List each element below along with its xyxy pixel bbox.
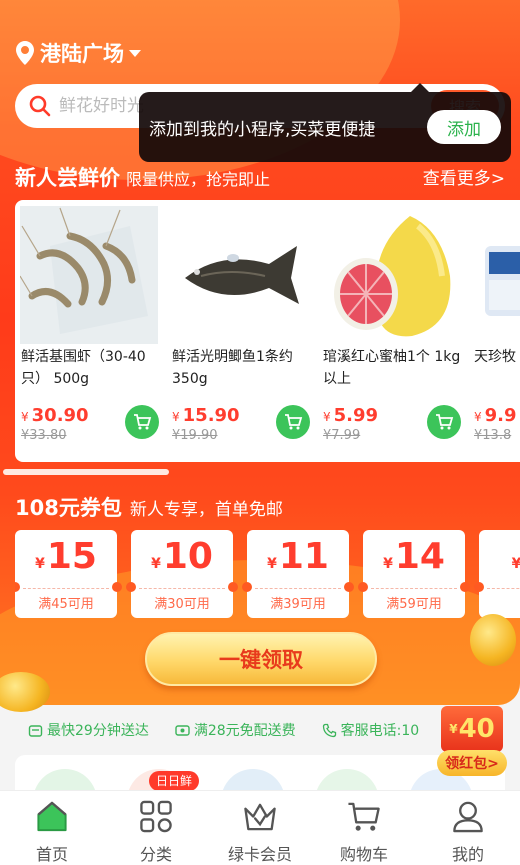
feature-item: 满28元免配送费 <box>175 720 296 740</box>
tab-home[interactable]: 首页 <box>0 791 104 865</box>
coupon-section-header: 108元券包 新人专享，首单免邮 <box>15 492 283 522</box>
product-old-price: ¥13.8 <box>474 428 512 443</box>
category-icon <box>140 800 172 833</box>
carousel-scrollbar <box>3 469 169 475</box>
cart-icon <box>348 802 380 831</box>
product-card[interactable]: 琯溪红心蜜柚1个 1kg以上 ¥5.99 ¥7.99 <box>317 200 462 462</box>
cart-icon <box>134 414 152 430</box>
newbie-section-header: 新人尝鲜价 限量供应，抢完即止 查看更多> <box>15 162 505 192</box>
add-to-cart-button[interactable] <box>276 405 310 439</box>
product-carousel[interactable]: 鲜活基围虾（30-40只） 500g ¥30.90 ¥33.80 鲜活光明鲫鱼1… <box>15 200 520 462</box>
product-old-price: ¥33.80 <box>21 428 67 443</box>
bottom-tab-bar: 首页 分类 绿卡会员 购物车 我的 <box>0 790 520 865</box>
free-shipping-icon <box>175 724 190 736</box>
product-card[interactable]: 天珍牧 枚 450 ¥9.9 ¥13.8 <box>468 200 520 462</box>
claim-all-button[interactable]: 一键领取 <box>145 632 377 686</box>
tab-category[interactable]: 分类 <box>104 791 208 865</box>
red-packet-button[interactable]: ¥40 领红包> <box>437 706 507 776</box>
crucian-fish-image <box>171 206 309 344</box>
section-title: 新人尝鲜价 <box>15 166 120 190</box>
egg-box-image <box>473 206 520 344</box>
search-icon <box>29 95 51 117</box>
product-card[interactable]: 鲜活光明鲫鱼1条约350g ¥15.90 ¥19.90 <box>166 200 311 462</box>
coupon-card[interactable]: ¥15 满45可用 <box>15 530 122 618</box>
coupon-card[interactable]: ¥14 满59可用 <box>358 530 470 618</box>
product-price: ¥15.90 <box>172 405 240 426</box>
location-selector[interactable]: 港陆广场 <box>16 38 141 68</box>
coupon-value: ¥11 <box>267 536 329 577</box>
product-price: ¥9.9 <box>474 405 517 426</box>
add-button[interactable]: 添加 <box>427 110 501 144</box>
gold-coin-decoration <box>470 614 516 666</box>
daily-fresh-badge: 日日鲜 <box>149 771 200 791</box>
location-name: 港陆广场 <box>40 42 124 66</box>
gold-coin-decoration <box>0 672 50 712</box>
section-subtitle: 限量供应，抢完即止 <box>126 170 271 189</box>
coupon-condition: 满 <box>479 593 520 612</box>
user-icon <box>453 801 483 833</box>
product-name: 琯溪红心蜜柚1个 1kg以上 <box>323 349 461 387</box>
tab-cart[interactable]: 购物车 <box>312 791 416 865</box>
product-old-price: ¥7.99 <box>323 428 361 443</box>
vip-crown-icon <box>244 803 276 831</box>
coupon-pack-subtitle: 新人专享，首单免邮 <box>129 500 283 520</box>
coupon-condition: 满30可用 <box>154 597 210 612</box>
cart-icon <box>436 414 454 430</box>
cart-icon <box>285 414 303 430</box>
chevron-down-icon <box>129 49 141 57</box>
product-name: 鲜活基围虾（30-40只） 500g <box>21 349 146 387</box>
delivery-icon <box>28 724 43 737</box>
product-name: 天珍牧 枚 450 <box>474 349 520 365</box>
coupon-card[interactable]: ¥2 满 <box>474 530 520 618</box>
coupon-value: ¥10 <box>151 536 213 577</box>
feature-item[interactable]: 客服电话:10 <box>322 720 419 740</box>
home-icon <box>37 801 67 832</box>
product-price: ¥30.90 <box>21 405 89 426</box>
shrimp-image <box>20 206 158 344</box>
coupon-card[interactable]: ¥10 满30可用 <box>126 530 238 618</box>
coupon-value: ¥15 <box>35 536 97 577</box>
coupon-condition: 满45可用 <box>38 597 94 612</box>
coupon-value: ¥14 <box>383 536 445 577</box>
view-more-link[interactable]: 查看更多> <box>423 164 505 189</box>
add-to-cart-button[interactable] <box>427 405 461 439</box>
tooltip-text: 添加到我的小程序,买菜更便捷 <box>149 119 376 140</box>
add-miniprogram-tooltip: 添加到我的小程序,买菜更便捷 添加 <box>139 83 511 162</box>
tab-mine[interactable]: 我的 <box>416 791 520 865</box>
coupon-pack-title: 108元券包 <box>15 496 122 520</box>
phone-icon <box>322 723 336 737</box>
product-name: 鲜活光明鲫鱼1条约350g <box>172 349 293 387</box>
coupon-condition: 满59可用 <box>386 597 442 612</box>
product-price: ¥5.99 <box>323 405 379 426</box>
tab-vip[interactable]: 绿卡会员 <box>208 791 312 865</box>
red-packet-label: 领红包> <box>437 750 507 776</box>
add-to-cart-button[interactable] <box>125 405 159 439</box>
red-packet-amount: ¥40 <box>441 706 503 752</box>
pomelo-image <box>322 206 460 344</box>
coupon-condition: 满39可用 <box>270 597 326 612</box>
product-old-price: ¥19.90 <box>172 428 218 443</box>
coupon-list: ¥15 满45可用 ¥10 满30可用 ¥11 满39可用 ¥14 满59可用 … <box>15 530 520 620</box>
coupon-card[interactable]: ¥11 满39可用 <box>242 530 354 618</box>
feature-item: 最快29分钟送达 <box>28 720 149 740</box>
product-card[interactable]: 鲜活基围虾（30-40只） 500g ¥30.90 ¥33.80 <box>15 200 160 462</box>
coupon-value: ¥2 <box>511 556 520 572</box>
location-pin-icon <box>16 41 34 65</box>
